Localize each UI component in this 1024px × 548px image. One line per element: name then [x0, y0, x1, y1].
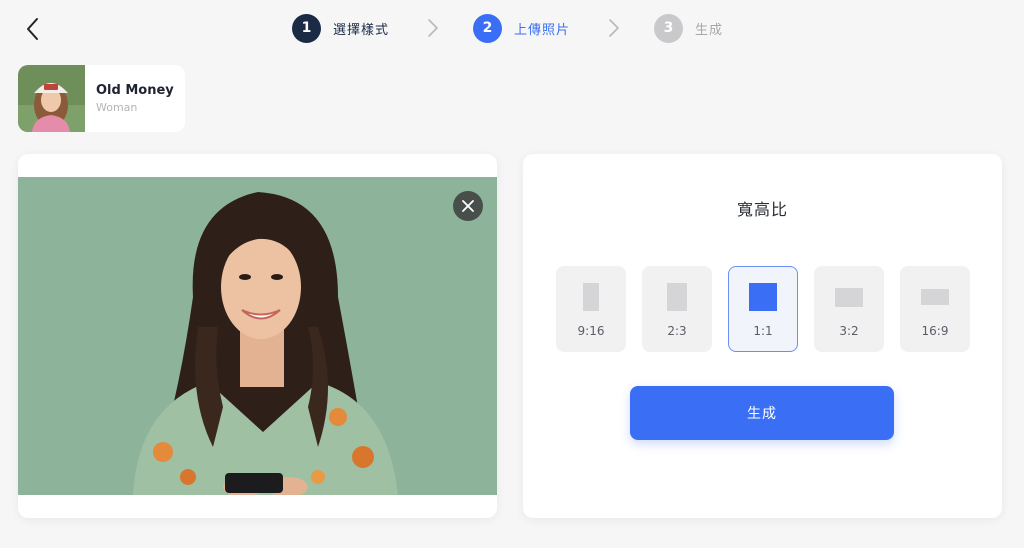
aspect-ratio-panel: 寬高比 9:16 2:3 1:1 3:2 16:9 生成 [523, 154, 1002, 518]
step-number: 1 [292, 13, 321, 43]
close-icon [462, 200, 474, 212]
chevron-left-icon [27, 18, 38, 40]
portrait-ratio-icon [667, 283, 687, 311]
aspect-ratio-options: 9:16 2:3 1:1 3:2 16:9 [556, 266, 970, 352]
ratio-option-9-16[interactable]: 9:16 [556, 266, 626, 352]
chevron-right-icon [411, 13, 455, 43]
uploaded-photo [18, 177, 497, 495]
ratio-option-3-2[interactable]: 3:2 [814, 266, 884, 352]
generate-button[interactable]: 生成 [630, 386, 894, 440]
ratio-label: 16:9 [921, 324, 949, 338]
style-category: Woman [96, 101, 138, 114]
ratio-label: 3:2 [839, 324, 859, 338]
chevron-right-icon [592, 13, 636, 43]
step-label: 上傳照片 [514, 22, 571, 38]
portrait-ratio-icon [583, 283, 599, 311]
square-ratio-icon [749, 283, 777, 311]
panel-title: 寬高比 [736, 200, 788, 219]
step-number: 3 [654, 13, 684, 43]
landscape-ratio-icon [921, 289, 949, 305]
ratio-option-2-3[interactable]: 2:3 [642, 266, 712, 352]
ratio-label: 2:3 [667, 324, 687, 338]
ratio-label: 1:1 [753, 324, 773, 338]
step-upload-photo[interactable]: 2 上傳照片 [473, 13, 571, 43]
style-name: Old Money [96, 83, 174, 98]
ratio-option-1-1[interactable]: 1:1 [728, 266, 798, 352]
ratio-label: 9:16 [577, 324, 605, 338]
ratio-option-16-9[interactable]: 16:9 [900, 266, 970, 352]
step-generate[interactable]: 3 生成 [654, 13, 724, 43]
style-thumbnail [18, 65, 85, 132]
remove-photo-button[interactable] [453, 191, 483, 221]
step-label: 生成 [695, 22, 724, 38]
step-label: 選擇樣式 [333, 22, 390, 38]
stepper: 1 選擇樣式 2 上傳照片 3 生成 [292, 13, 723, 43]
landscape-ratio-icon [835, 287, 863, 307]
step-select-style[interactable]: 1 選擇樣式 [292, 13, 390, 43]
back-button[interactable] [18, 14, 48, 44]
uploaded-photo-card [18, 154, 497, 518]
step-number: 2 [473, 13, 503, 43]
selected-style-card[interactable]: Old Money Woman [18, 65, 185, 132]
